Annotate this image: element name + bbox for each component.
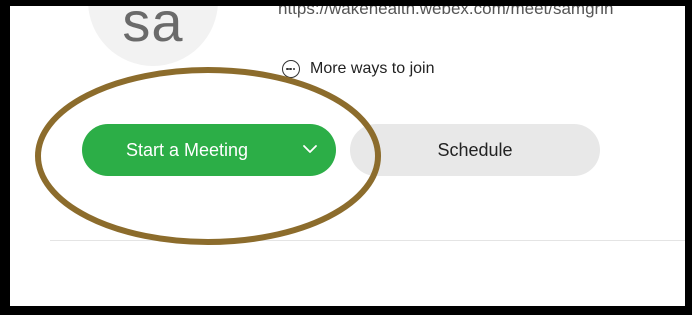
screenshot-frame: sa https://wakehealth.webex.com/meet/sam… — [0, 0, 692, 315]
schedule-button[interactable]: Schedule — [350, 124, 600, 176]
schedule-label: Schedule — [437, 139, 513, 160]
more-ways-to-join-label: More ways to join — [310, 60, 435, 77]
more-ways-to-join-link[interactable]: More ways to join — [282, 58, 435, 80]
avatar: sa — [88, 0, 218, 66]
start-meeting-label: Start a Meeting — [126, 140, 249, 160]
personal-room-link[interactable]: https://wakehealth.webex.com/meet/samgri… — [278, 6, 613, 19]
avatar-initials: sa — [122, 0, 184, 53]
more-horizontal-circle-icon — [282, 60, 300, 78]
section-divider — [50, 240, 685, 241]
chevron-down-icon[interactable] — [300, 139, 320, 159]
start-meeting-button[interactable]: Start a Meeting — [82, 124, 336, 176]
meeting-panel: sa https://wakehealth.webex.com/meet/sam… — [10, 6, 685, 306]
